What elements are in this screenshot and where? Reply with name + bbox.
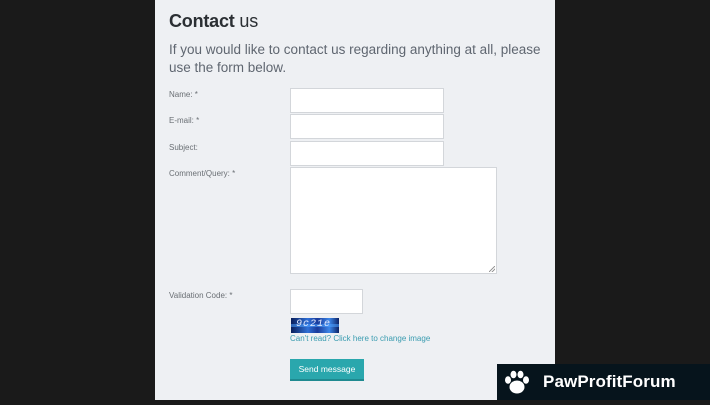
comment-label: Comment/Query: *: [169, 169, 236, 178]
subject-label: Subject:: [169, 143, 198, 152]
name-input[interactable]: [290, 88, 444, 113]
email-label: E-mail: *: [169, 116, 200, 125]
contact-panel: Contact us If you would like to contact …: [155, 0, 555, 400]
change-image-link[interactable]: Can't read? Click here to change image: [290, 334, 430, 343]
watermark-text: PawProfitForum: [543, 372, 676, 391]
subject-input[interactable]: [290, 141, 444, 166]
email-input[interactable]: [290, 114, 444, 139]
send-message-button[interactable]: Send message: [290, 359, 364, 381]
captcha-image: 9c21e: [291, 318, 339, 333]
watermark-logo: PawProfitForum: [497, 364, 710, 400]
validation-code-input[interactable]: [290, 289, 363, 314]
captcha-text: 9c21e: [296, 319, 332, 330]
name-label: Name: *: [169, 90, 198, 99]
resize-handle-icon[interactable]: [489, 266, 495, 272]
comment-textarea[interactable]: [290, 167, 497, 274]
validation-label: Validation Code: *: [169, 291, 233, 300]
intro-text: If you would like to contact us regardin…: [169, 42, 541, 75]
paw-icon: [497, 364, 537, 400]
page-title: Contact us: [169, 11, 259, 31]
